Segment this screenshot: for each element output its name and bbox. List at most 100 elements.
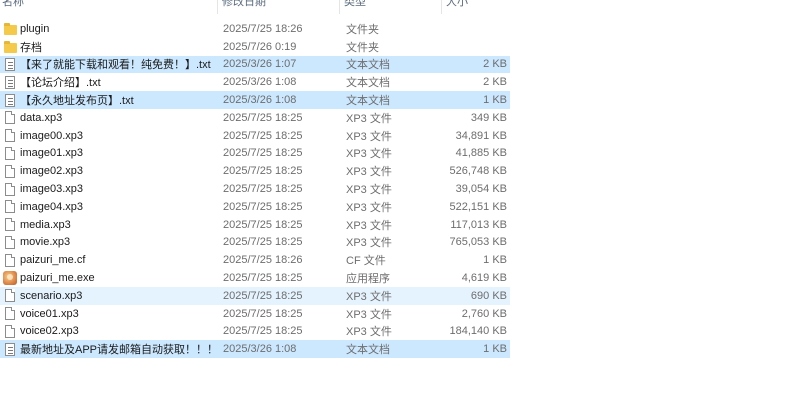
file-icon: [1, 163, 19, 180]
file-name: image00.xp3: [20, 129, 83, 142]
column-header-name[interactable]: 名称: [0, 0, 218, 14]
file-row[interactable]: movie.xp3 2025/7/25 18:25 XP3 文件 765,053 KB: [0, 234, 510, 252]
file-icon: [1, 127, 19, 144]
file-date: 2025/7/25 18:25: [223, 218, 303, 231]
file-size: 1 KB: [483, 254, 507, 267]
file-size: 2,760 KB: [461, 307, 507, 320]
file-row[interactable]: plugin 2025/7/25 18:26 文件夹: [0, 20, 510, 38]
file-type: XP3 文件: [346, 184, 392, 197]
file-type: 文件夹: [346, 23, 379, 36]
file-row[interactable]: voice01.xp3 2025/7/25 18:25 XP3 文件 2,760 KB: [0, 305, 510, 323]
file-row[interactable]: voice02.xp3 2025/7/25 18:25 XP3 文件 184,140 …: [0, 323, 510, 341]
file-name: data.xp3: [20, 111, 63, 124]
file-size: 349 KB: [470, 111, 507, 124]
file-size: 2 KB: [483, 76, 507, 89]
file-date: 2025/7/25 18:26: [223, 254, 303, 267]
file-row[interactable]: image00.xp3 2025/7/25 18:25 XP3 文件 34,891 K…: [0, 127, 510, 145]
file-icon: [1, 287, 19, 304]
file-type: XP3 文件: [346, 308, 392, 321]
file-row[interactable]: 【永久地址发布页】.txt 2025/3/26 1:08 文本文档 1 KB: [0, 91, 510, 109]
file-date: 2025/7/25 18:26: [223, 22, 303, 35]
file-row[interactable]: 【论坛介绍】.txt 2025/3/26 1:08 文本文档 2 KB: [0, 73, 510, 91]
file-date: 2025/7/25 18:25: [223, 272, 303, 285]
file-type: XP3 文件: [346, 219, 392, 232]
file-name: 【论坛介绍】.txt: [20, 77, 101, 90]
file-name: image01.xp3: [20, 147, 83, 160]
file-size: 1 KB: [483, 343, 507, 356]
file-date: 2025/7/25 18:25: [223, 307, 303, 320]
file-row[interactable]: paizuri_me.cf 2025/7/25 18:26 CF 文件 1 KB: [0, 251, 510, 269]
file-row[interactable]: image02.xp3 2025/7/25 18:25 XP3 文件 526,748 …: [0, 162, 510, 180]
file-name: plugin: [20, 22, 50, 35]
file-name: paizuri_me.cf: [20, 254, 86, 267]
file-type: 文本文档: [346, 59, 390, 72]
file-row[interactable]: image04.xp3 2025/7/25 18:25 XP3 文件 522,151 …: [0, 198, 510, 216]
text-file-icon: [1, 92, 19, 109]
file-icon: [1, 323, 19, 340]
file-explorer: 名称 修改日期 类型 大小 plugin 2025/7/25 18:26 文件夹 存档…: [0, 0, 800, 402]
file-row[interactable]: paizuri_me.exe 2025/7/25 18:25 应用程序 4,619 K…: [0, 269, 510, 287]
file-type: XP3 文件: [346, 290, 392, 303]
file-list: plugin 2025/7/25 18:26 文件夹 存档 2025/7/26 0:19…: [0, 20, 800, 359]
column-header: 名称 修改日期 类型 大小: [0, 0, 800, 14]
file-type: 文件夹: [346, 41, 379, 54]
text-file-icon: [1, 56, 19, 73]
file-name: 【来了就能下载和观看！纯免费！】.txt: [20, 59, 211, 72]
file-date: 2025/3/26 1:08: [223, 76, 297, 89]
file-name: voice01.xp3: [20, 307, 79, 320]
file-size: 2 KB: [483, 58, 507, 71]
file-size: 117,013 KB: [450, 218, 507, 231]
file-type: CF 文件: [346, 255, 386, 268]
file-row[interactable]: data.xp3 2025/7/25 18:25 XP3 文件 349 KB: [0, 109, 510, 127]
file-name: voice02.xp3: [20, 325, 79, 338]
file-date: 2025/7/25 18:25: [223, 147, 303, 160]
file-name: movie.xp3: [20, 236, 71, 249]
file-type: XP3 文件: [346, 130, 392, 143]
file-date: 2025/3/26 1:08: [223, 94, 297, 107]
file-row[interactable]: image03.xp3 2025/7/25 18:25 XP3 文件 39,054 K…: [0, 180, 510, 198]
file-type: 文本文档: [346, 344, 390, 357]
folder-icon: [1, 20, 19, 37]
file-name: image02.xp3: [20, 165, 83, 178]
file-type: XP3 文件: [346, 148, 392, 161]
file-icon: [1, 252, 19, 269]
file-size: 41,885 KB: [455, 147, 507, 160]
file-type: 应用程序: [346, 273, 390, 286]
file-date: 2025/7/25 18:25: [223, 325, 303, 338]
file-date: 2025/7/25 18:25: [223, 111, 303, 124]
file-date: 2025/7/25 18:25: [223, 236, 303, 249]
file-name: scenario.xp3: [20, 289, 83, 302]
file-type: XP3 文件: [346, 237, 392, 250]
file-size: 526,748 KB: [449, 165, 508, 178]
file-date: 2025/7/25 18:25: [223, 183, 303, 196]
text-file-icon: [1, 74, 19, 91]
file-name: image03.xp3: [20, 183, 83, 196]
file-date: 2025/7/25 18:25: [223, 289, 303, 302]
file-icon: [1, 234, 19, 251]
file-icon: [1, 109, 19, 126]
column-header-date[interactable]: 修改日期: [218, 0, 340, 14]
file-date: 2025/7/25 18:25: [223, 129, 303, 142]
file-size: 690 KB: [470, 289, 507, 302]
app-icon: [1, 270, 19, 287]
file-size: 1 KB: [483, 94, 507, 107]
file-type: XP3 文件: [346, 201, 392, 214]
file-type: XP3 文件: [346, 166, 392, 179]
file-size: 34,891 KB: [455, 129, 507, 142]
file-row[interactable]: 最新地址及APP请发邮箱自动获取！！！.... 2025/3/26 1:08 文本文…: [0, 340, 510, 359]
file-row[interactable]: 存档 2025/7/26 0:19 文件夹: [0, 38, 510, 56]
file-date: 2025/7/26 0:19: [223, 40, 297, 53]
file-date: 2025/3/26 1:08: [223, 343, 297, 356]
file-date: 2025/7/25 18:25: [223, 165, 303, 178]
file-type: 文本文档: [346, 95, 390, 108]
file-row[interactable]: 【来了就能下载和观看！纯免费！】.txt 2025/3/26 1:07 文本文档 2 …: [0, 55, 510, 74]
file-row[interactable]: media.xp3 2025/7/25 18:25 XP3 文件 117,013 KB: [0, 216, 510, 234]
file-name: 【永久地址发布页】.txt: [20, 95, 134, 108]
file-row[interactable]: image01.xp3 2025/7/25 18:25 XP3 文件 41,885 K…: [0, 145, 510, 163]
file-row[interactable]: scenario.xp3 2025/7/25 18:25 XP3 文件 690 KB: [0, 286, 510, 305]
column-header-type[interactable]: 类型: [340, 0, 442, 14]
file-size: 4,619 KB: [461, 272, 507, 285]
text-file-icon: [1, 341, 19, 358]
column-header-size[interactable]: 大小: [442, 0, 512, 14]
file-name: 存档: [20, 41, 42, 54]
